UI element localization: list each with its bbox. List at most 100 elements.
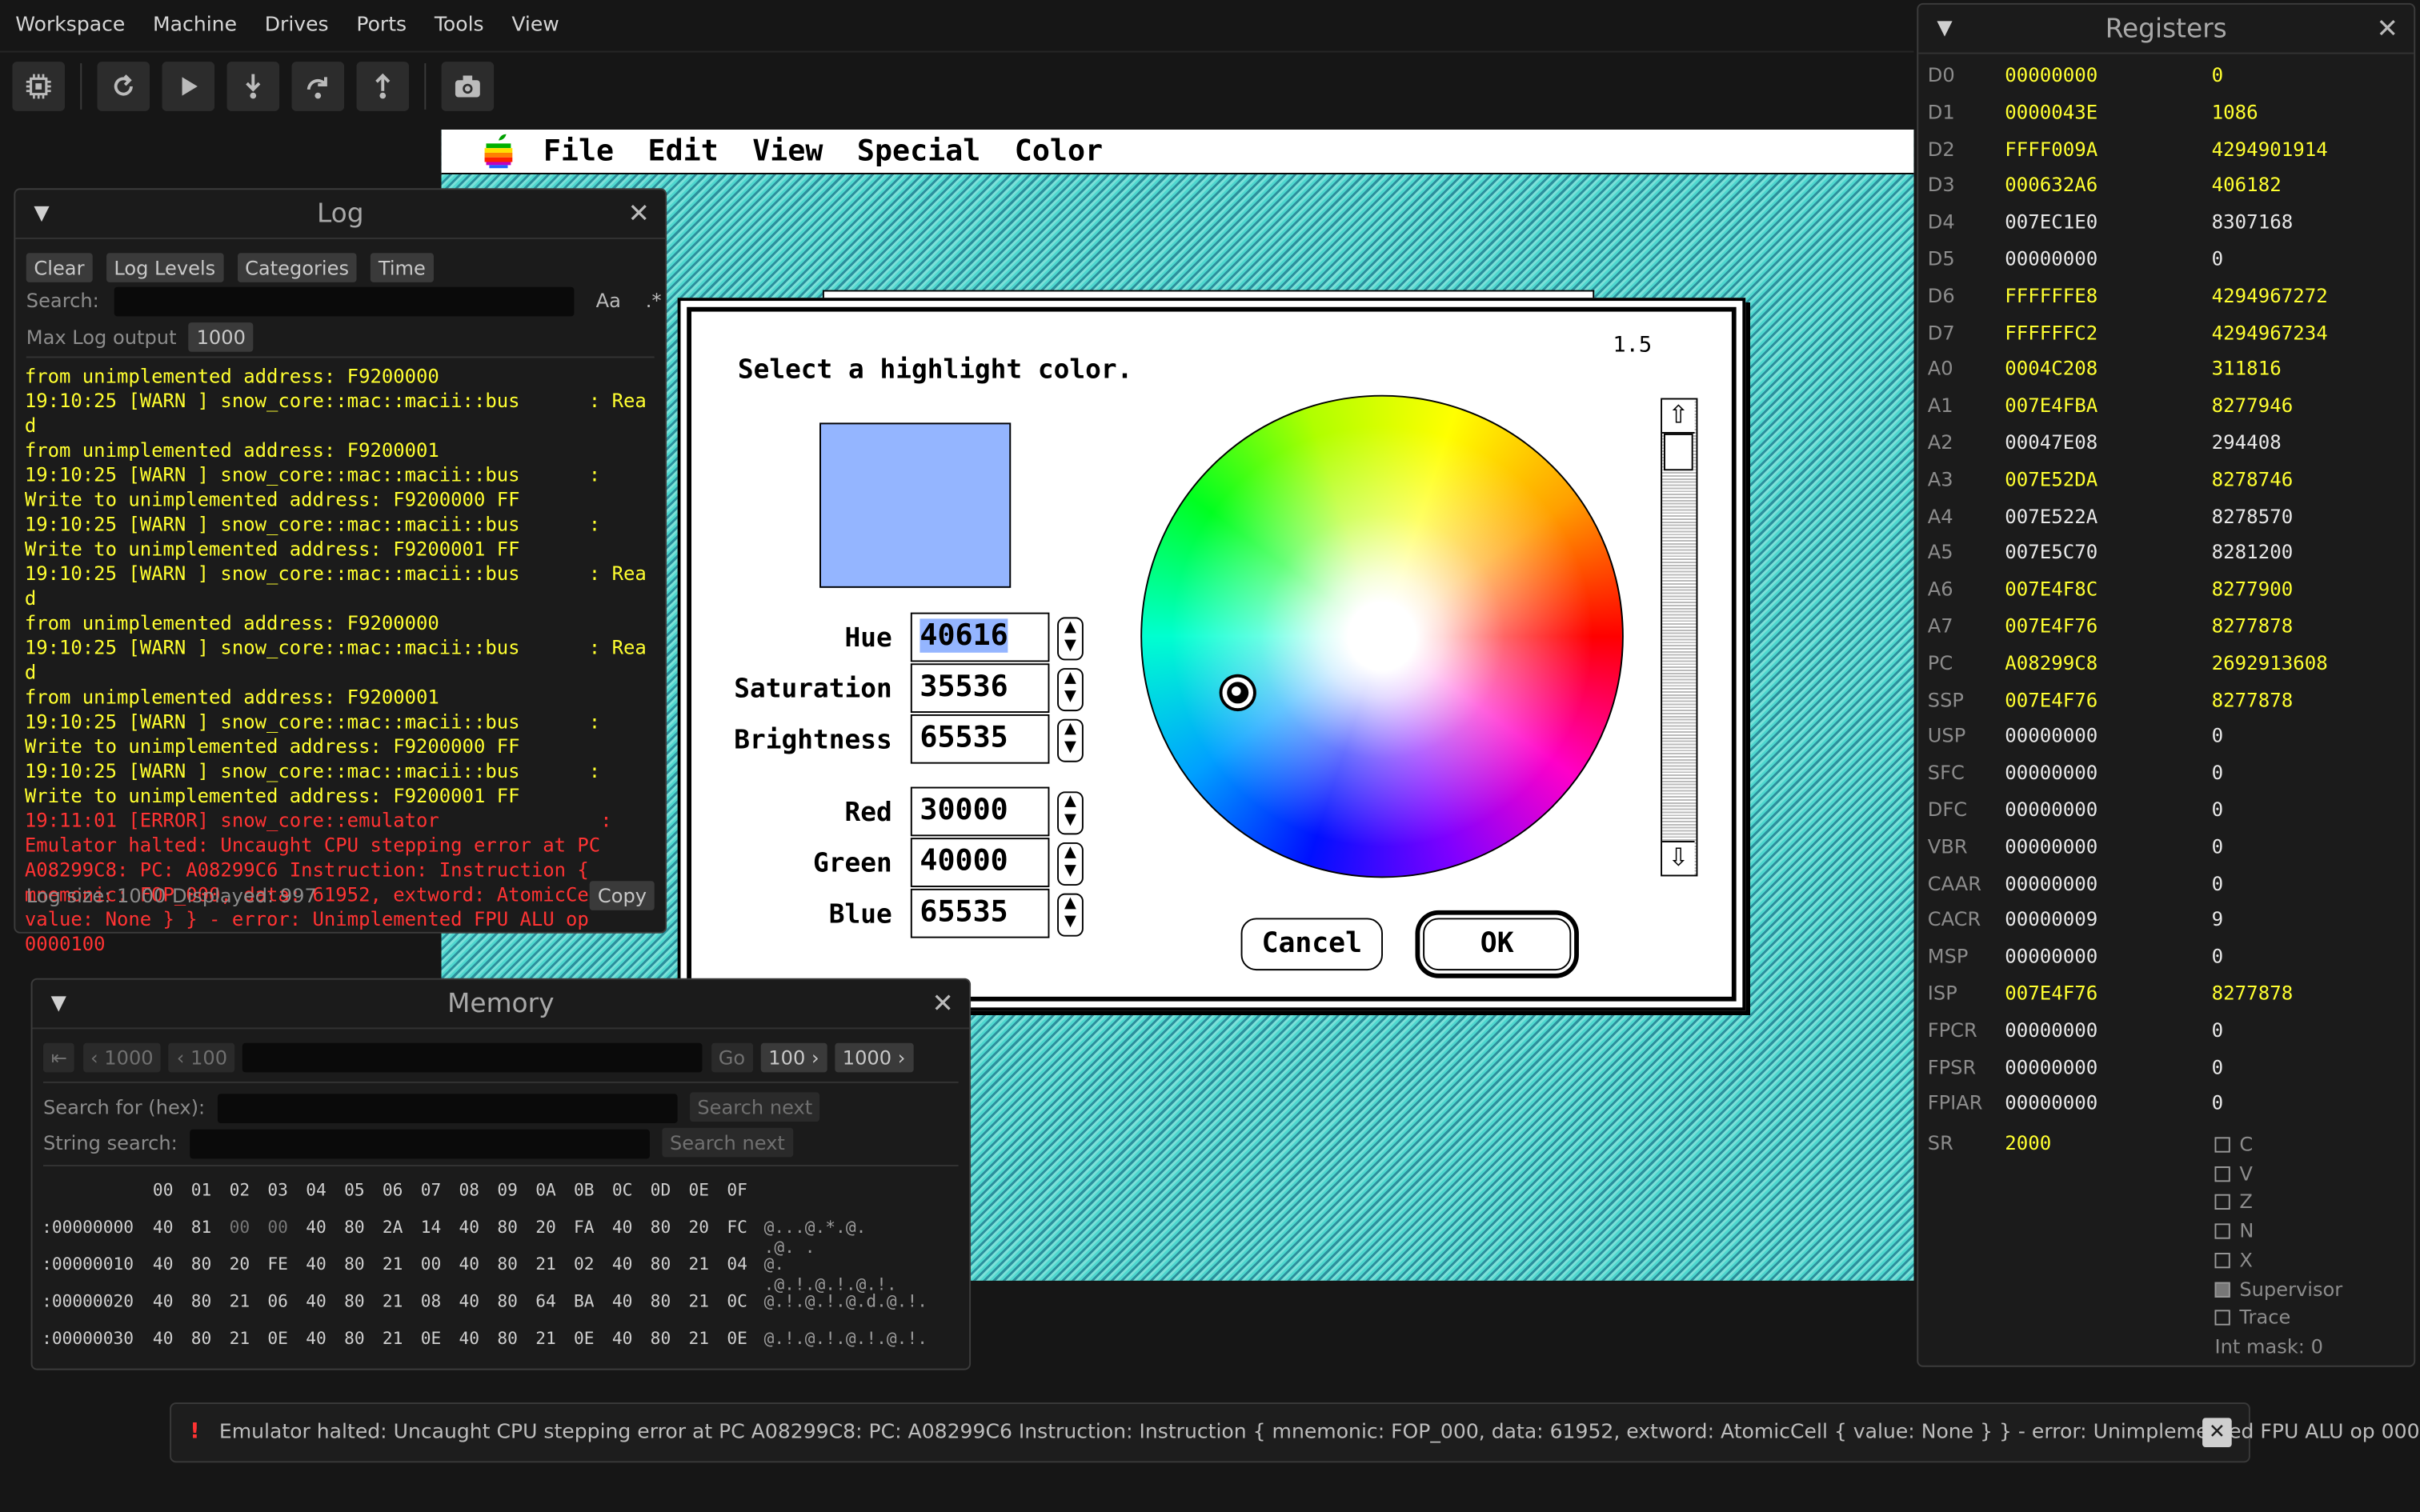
log-titlebar[interactable]: ▼ Log ✕	[15, 190, 666, 239]
checkbox[interactable]	[2214, 1166, 2230, 1182]
checkbox[interactable]	[2214, 1194, 2230, 1210]
log-output[interactable]: from unimplemented address: F9200000 19:1…	[25, 364, 658, 1058]
log-time-button[interactable]: Time	[371, 253, 434, 282]
hex-byte[interactable]: 21	[383, 1328, 403, 1348]
log-copy-button[interactable]: Copy	[590, 881, 655, 910]
hex-byte[interactable]: 00	[267, 1218, 288, 1238]
hex-byte[interactable]: 40	[612, 1328, 633, 1348]
checkbox[interactable]	[2214, 1252, 2230, 1268]
close-icon[interactable]: ✕	[932, 989, 953, 1020]
red-stepper[interactable]: ▲ ▼	[1057, 791, 1084, 835]
menu-machine[interactable]: Machine	[153, 14, 237, 37]
cancel-button[interactable]: Cancel	[1240, 918, 1383, 971]
string-search-input[interactable]	[190, 1129, 650, 1159]
hex-byte[interactable]: 40	[306, 1254, 327, 1274]
screenshot-button[interactable]	[441, 62, 495, 111]
mac-menu-view[interactable]: View	[752, 134, 823, 168]
log-search-input[interactable]	[114, 286, 575, 317]
hex-byte[interactable]: 80	[344, 1218, 365, 1238]
registers-titlebar[interactable]: ▼ Registers ✕	[1918, 5, 2414, 54]
hue-field[interactable]: 40616	[910, 612, 1050, 662]
go-button[interactable]: Go	[711, 1042, 753, 1073]
hex-byte[interactable]: BA	[574, 1291, 595, 1311]
memory-titlebar[interactable]: ▼ Memory ✕	[32, 980, 970, 1030]
brightness-stepper[interactable]: ▲ ▼	[1057, 718, 1084, 762]
mac-menu-color[interactable]: Color	[1015, 134, 1103, 168]
hex-byte[interactable]: 00	[421, 1254, 442, 1274]
hex-byte[interactable]: FC	[727, 1218, 747, 1238]
mac-menu-special[interactable]: Special	[857, 134, 980, 168]
close-icon[interactable]: ✕	[627, 199, 649, 230]
color-wheel[interactable]	[1140, 394, 1624, 878]
string-search-next-button[interactable]: Search next	[662, 1127, 793, 1158]
hex-byte[interactable]: 0E	[267, 1328, 288, 1348]
hex-byte[interactable]: 04	[727, 1254, 747, 1274]
match-case-toggle[interactable]: Aa	[596, 289, 621, 312]
hex-byte[interactable]: 08	[421, 1291, 442, 1311]
menu-drives[interactable]: Drives	[265, 14, 329, 37]
log-clear-button[interactable]: Clear	[26, 253, 93, 282]
hex-search-input[interactable]	[217, 1094, 678, 1123]
hex-byte[interactable]: 40	[153, 1218, 174, 1238]
hex-byte[interactable]: 80	[651, 1254, 671, 1274]
flag-c[interactable]: C	[2214, 1133, 2253, 1155]
hex-byte[interactable]: 80	[344, 1328, 365, 1348]
hex-byte[interactable]: 80	[497, 1291, 518, 1311]
hex-byte[interactable]: 14	[421, 1218, 442, 1238]
flag-x[interactable]: X	[2214, 1248, 2253, 1271]
saturation-field[interactable]: 35536	[910, 663, 1050, 713]
hex-byte[interactable]: 0C	[727, 1291, 747, 1311]
hex-byte[interactable]: 21	[689, 1328, 710, 1348]
hex-byte[interactable]: 40	[306, 1328, 327, 1348]
flag-z[interactable]: Z	[2214, 1190, 2253, 1214]
regex-toggle[interactable]: .*	[646, 289, 662, 312]
checkbox[interactable]	[2214, 1137, 2230, 1153]
reset-button[interactable]	[97, 62, 150, 111]
apple-logo-icon[interactable]	[483, 133, 515, 170]
hex-byte[interactable]: 40	[459, 1254, 480, 1274]
flag-supervisor[interactable]: Supervisor	[2214, 1277, 2342, 1300]
step-into-button[interactable]	[226, 62, 280, 111]
flag-n[interactable]: N	[2214, 1219, 2254, 1242]
menu-view[interactable]: View	[511, 14, 559, 37]
hue-stepper[interactable]: ▲ ▼	[1057, 617, 1084, 661]
hex-byte[interactable]: 20	[230, 1254, 250, 1274]
ok-button[interactable]: OK	[1423, 918, 1572, 971]
hex-byte[interactable]: 80	[191, 1291, 212, 1311]
close-icon[interactable]: ✕	[2377, 14, 2398, 45]
hex-byte[interactable]: 40	[612, 1291, 633, 1311]
hex-byte[interactable]: 40	[153, 1328, 174, 1348]
step-out-button[interactable]	[356, 62, 410, 111]
brightness-field[interactable]: 65535	[910, 714, 1050, 764]
hex-byte[interactable]: 21	[383, 1291, 403, 1311]
mac-menu-file[interactable]: File	[543, 134, 614, 168]
hex-byte[interactable]: 21	[689, 1291, 710, 1311]
back-1000-button[interactable]: ‹ 1000	[82, 1042, 162, 1073]
hex-byte[interactable]: 40	[612, 1254, 633, 1274]
color-wheel-marker[interactable]	[1222, 677, 1253, 709]
hex-byte[interactable]: 40	[459, 1291, 480, 1311]
hex-byte[interactable]: 40	[153, 1291, 174, 1311]
hex-byte[interactable]: 80	[497, 1218, 518, 1238]
hex-byte[interactable]: 80	[497, 1254, 518, 1274]
max-log-output-field[interactable]: 1000	[188, 322, 254, 352]
hex-byte[interactable]: 21	[230, 1328, 250, 1348]
hex-byte[interactable]: 21	[535, 1328, 556, 1348]
green-stepper[interactable]: ▲ ▼	[1057, 842, 1084, 886]
hex-byte[interactable]: 02	[574, 1254, 595, 1274]
hex-byte[interactable]: 21	[535, 1254, 556, 1274]
dismiss-error-button[interactable]: ✕	[2202, 1418, 2232, 1447]
hex-byte[interactable]: 2A	[383, 1218, 403, 1238]
checkbox[interactable]	[2214, 1310, 2230, 1326]
checkbox[interactable]	[2214, 1281, 2230, 1297]
hex-byte[interactable]: 20	[535, 1218, 556, 1238]
green-field[interactable]: 40000	[910, 838, 1050, 887]
log-categories-button[interactable]: Categories	[237, 253, 357, 282]
slider-thumb[interactable]	[1663, 433, 1693, 471]
hex-byte[interactable]: 80	[497, 1328, 518, 1348]
hex-byte[interactable]: 80	[191, 1254, 212, 1274]
hex-byte[interactable]: 06	[267, 1291, 288, 1311]
hex-byte[interactable]: 80	[651, 1328, 671, 1348]
hex-byte[interactable]: 80	[344, 1291, 365, 1311]
back-100-button[interactable]: ‹ 100	[169, 1042, 235, 1073]
